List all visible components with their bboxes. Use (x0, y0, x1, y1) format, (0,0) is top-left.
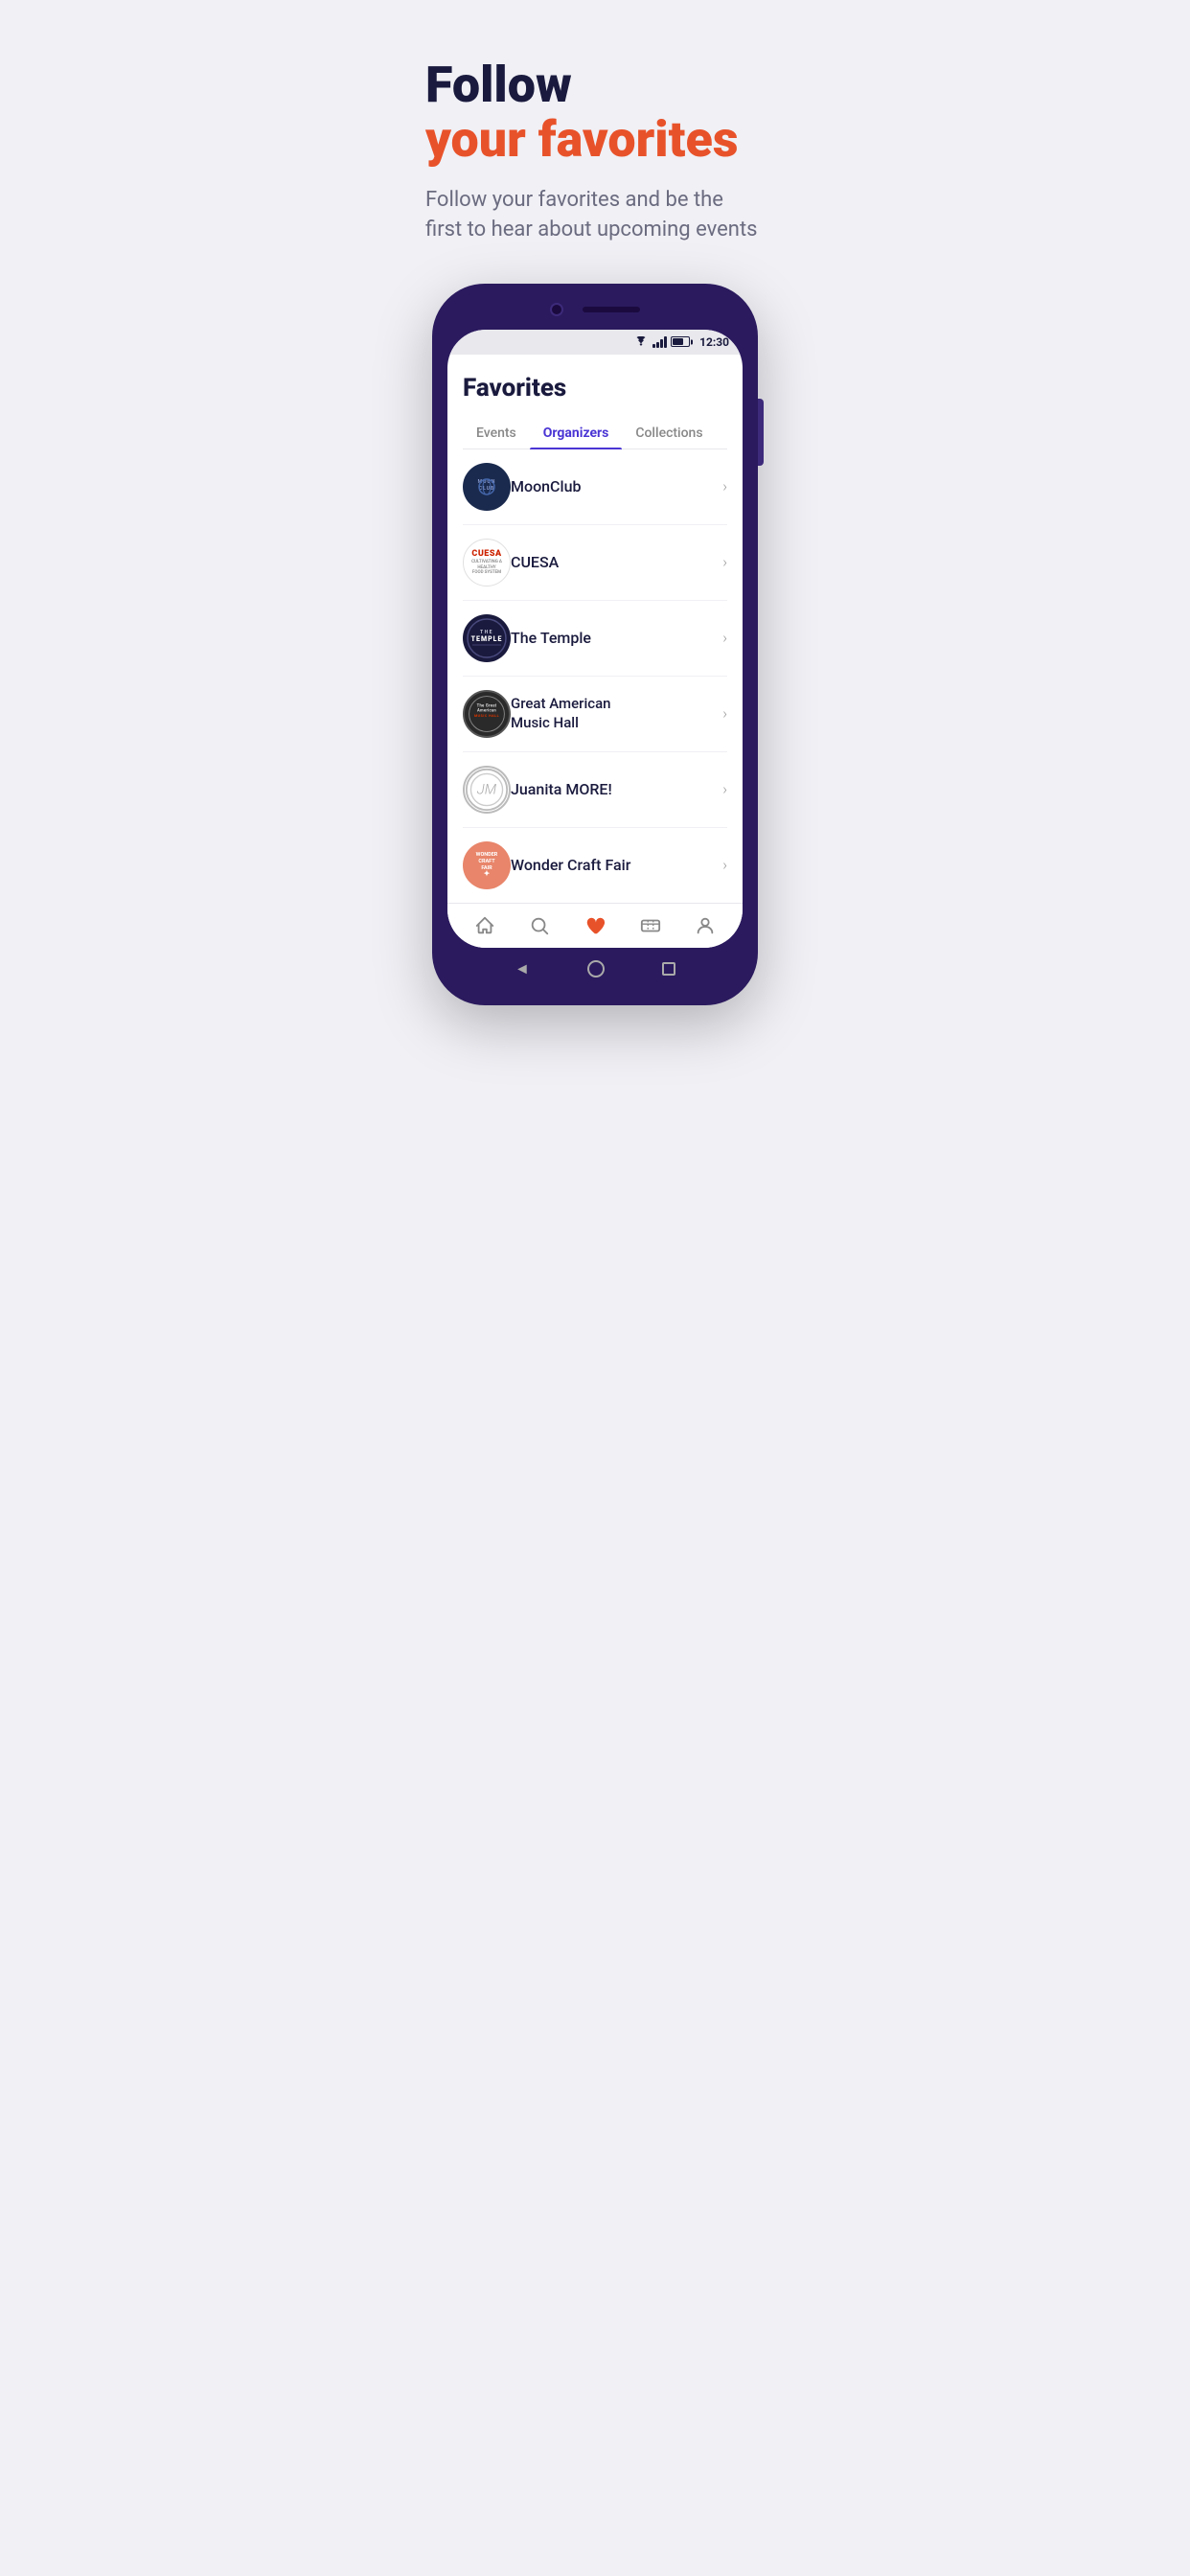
nav-favorites[interactable] (584, 915, 606, 936)
app-content: Favorites Events Organizers Collections (447, 355, 743, 903)
phone-recents-button[interactable] (662, 962, 675, 976)
organizer-item-gamh[interactable]: The Great American MUSIC HALL Great Amer… (463, 677, 727, 752)
gamh-name: Great AmericanMusic Hall (511, 695, 722, 732)
headline-section: Follow your favorites Follow your favori… (425, 58, 765, 245)
nav-search[interactable] (529, 915, 550, 936)
moonclub-avatar: MOON CLUB (463, 463, 511, 511)
headline-favorites-text: your favorites (425, 110, 738, 169)
wonder-avatar: WONDER CRAFT FAIR ✦ (463, 841, 511, 889)
svg-text:CLUB: CLUB (479, 486, 494, 492)
nav-home[interactable] (474, 915, 495, 936)
gamh-avatar: The Great American MUSIC HALL (463, 690, 511, 738)
organizer-item-juanita[interactable]: JM Juanita MORE! › (463, 752, 727, 828)
phone-home-button[interactable] (587, 960, 605, 978)
phone-speaker (583, 307, 640, 312)
svg-text:MUSIC HALL: MUSIC HALL (474, 714, 499, 718)
phone-side-button (758, 399, 764, 466)
tab-events[interactable]: Events (463, 418, 530, 448)
wonder-chevron: › (722, 856, 727, 874)
tab-organizers[interactable]: Organizers (530, 418, 623, 448)
svg-text:JM: JM (477, 781, 497, 798)
phone-mockup: 12:30 Favorites Events Organizers (425, 284, 765, 1005)
phone-back-button[interactable]: ◄ (515, 959, 530, 978)
juanita-name: Juanita MORE! (511, 780, 722, 800)
battery-icon (671, 336, 690, 347)
wonder-name: Wonder Craft Fair (511, 856, 722, 876)
status-icons (633, 336, 690, 348)
gamh-chevron: › (722, 704, 727, 723)
svg-text:✦: ✦ (484, 869, 491, 878)
organizer-item-moonclub[interactable]: MOON CLUB MoonClub › (463, 449, 727, 525)
organizer-item-cuesa[interactable]: CUESA CULTIVATING A HEALTHYFOOD SYSTEM C… (463, 525, 727, 601)
status-time: 12:30 (699, 335, 729, 349)
headline-follow-text: Follow (425, 56, 572, 114)
subtitle-text: Follow your favorites and be the first t… (425, 186, 765, 245)
organizer-list: MOON CLUB MoonClub › (463, 449, 727, 903)
organizer-item-temple[interactable]: THE TEMPLE The Temple › (463, 601, 727, 677)
organizer-item-wonder[interactable]: WONDER CRAFT FAIR ✦ Wonder Craft Fair › (463, 828, 727, 903)
juanita-chevron: › (722, 780, 727, 798)
cuesa-avatar: CUESA CULTIVATING A HEALTHYFOOD SYSTEM (463, 539, 511, 586)
cuesa-name: CUESA (511, 553, 722, 573)
svg-text:CRAFT: CRAFT (478, 859, 495, 864)
temple-avatar: THE TEMPLE (463, 614, 511, 662)
phone-nav-bar: ◄ (447, 948, 743, 990)
wifi-icon (633, 336, 649, 348)
phone-top-bar (447, 299, 743, 320)
phone-camera (550, 303, 563, 316)
juanita-avatar: JM (463, 766, 511, 814)
svg-text:TEMPLE: TEMPLE (471, 635, 503, 643)
temple-chevron: › (722, 629, 727, 647)
tabs-row: Events Organizers Collections (463, 418, 727, 449)
moonclub-chevron: › (722, 477, 727, 495)
phone-outer: 12:30 Favorites Events Organizers (432, 284, 758, 1005)
app-title: Favorites (463, 374, 727, 402)
svg-text:WONDER: WONDER (476, 852, 498, 858)
headline-follow: Follow your favorites (425, 58, 765, 167)
cuesa-chevron: › (722, 553, 727, 571)
signal-icon (652, 336, 667, 348)
nav-tickets[interactable] (640, 915, 661, 936)
nav-profile[interactable] (695, 915, 716, 936)
moonclub-name: MoonClub (511, 477, 722, 497)
page-container: Follow your favorites Follow your favori… (397, 0, 793, 1044)
phone-screen: 12:30 Favorites Events Organizers (447, 330, 743, 948)
status-bar: 12:30 (447, 330, 743, 355)
bottom-nav (447, 903, 743, 948)
tab-collections[interactable]: Collections (622, 418, 716, 448)
temple-name: The Temple (511, 629, 722, 649)
